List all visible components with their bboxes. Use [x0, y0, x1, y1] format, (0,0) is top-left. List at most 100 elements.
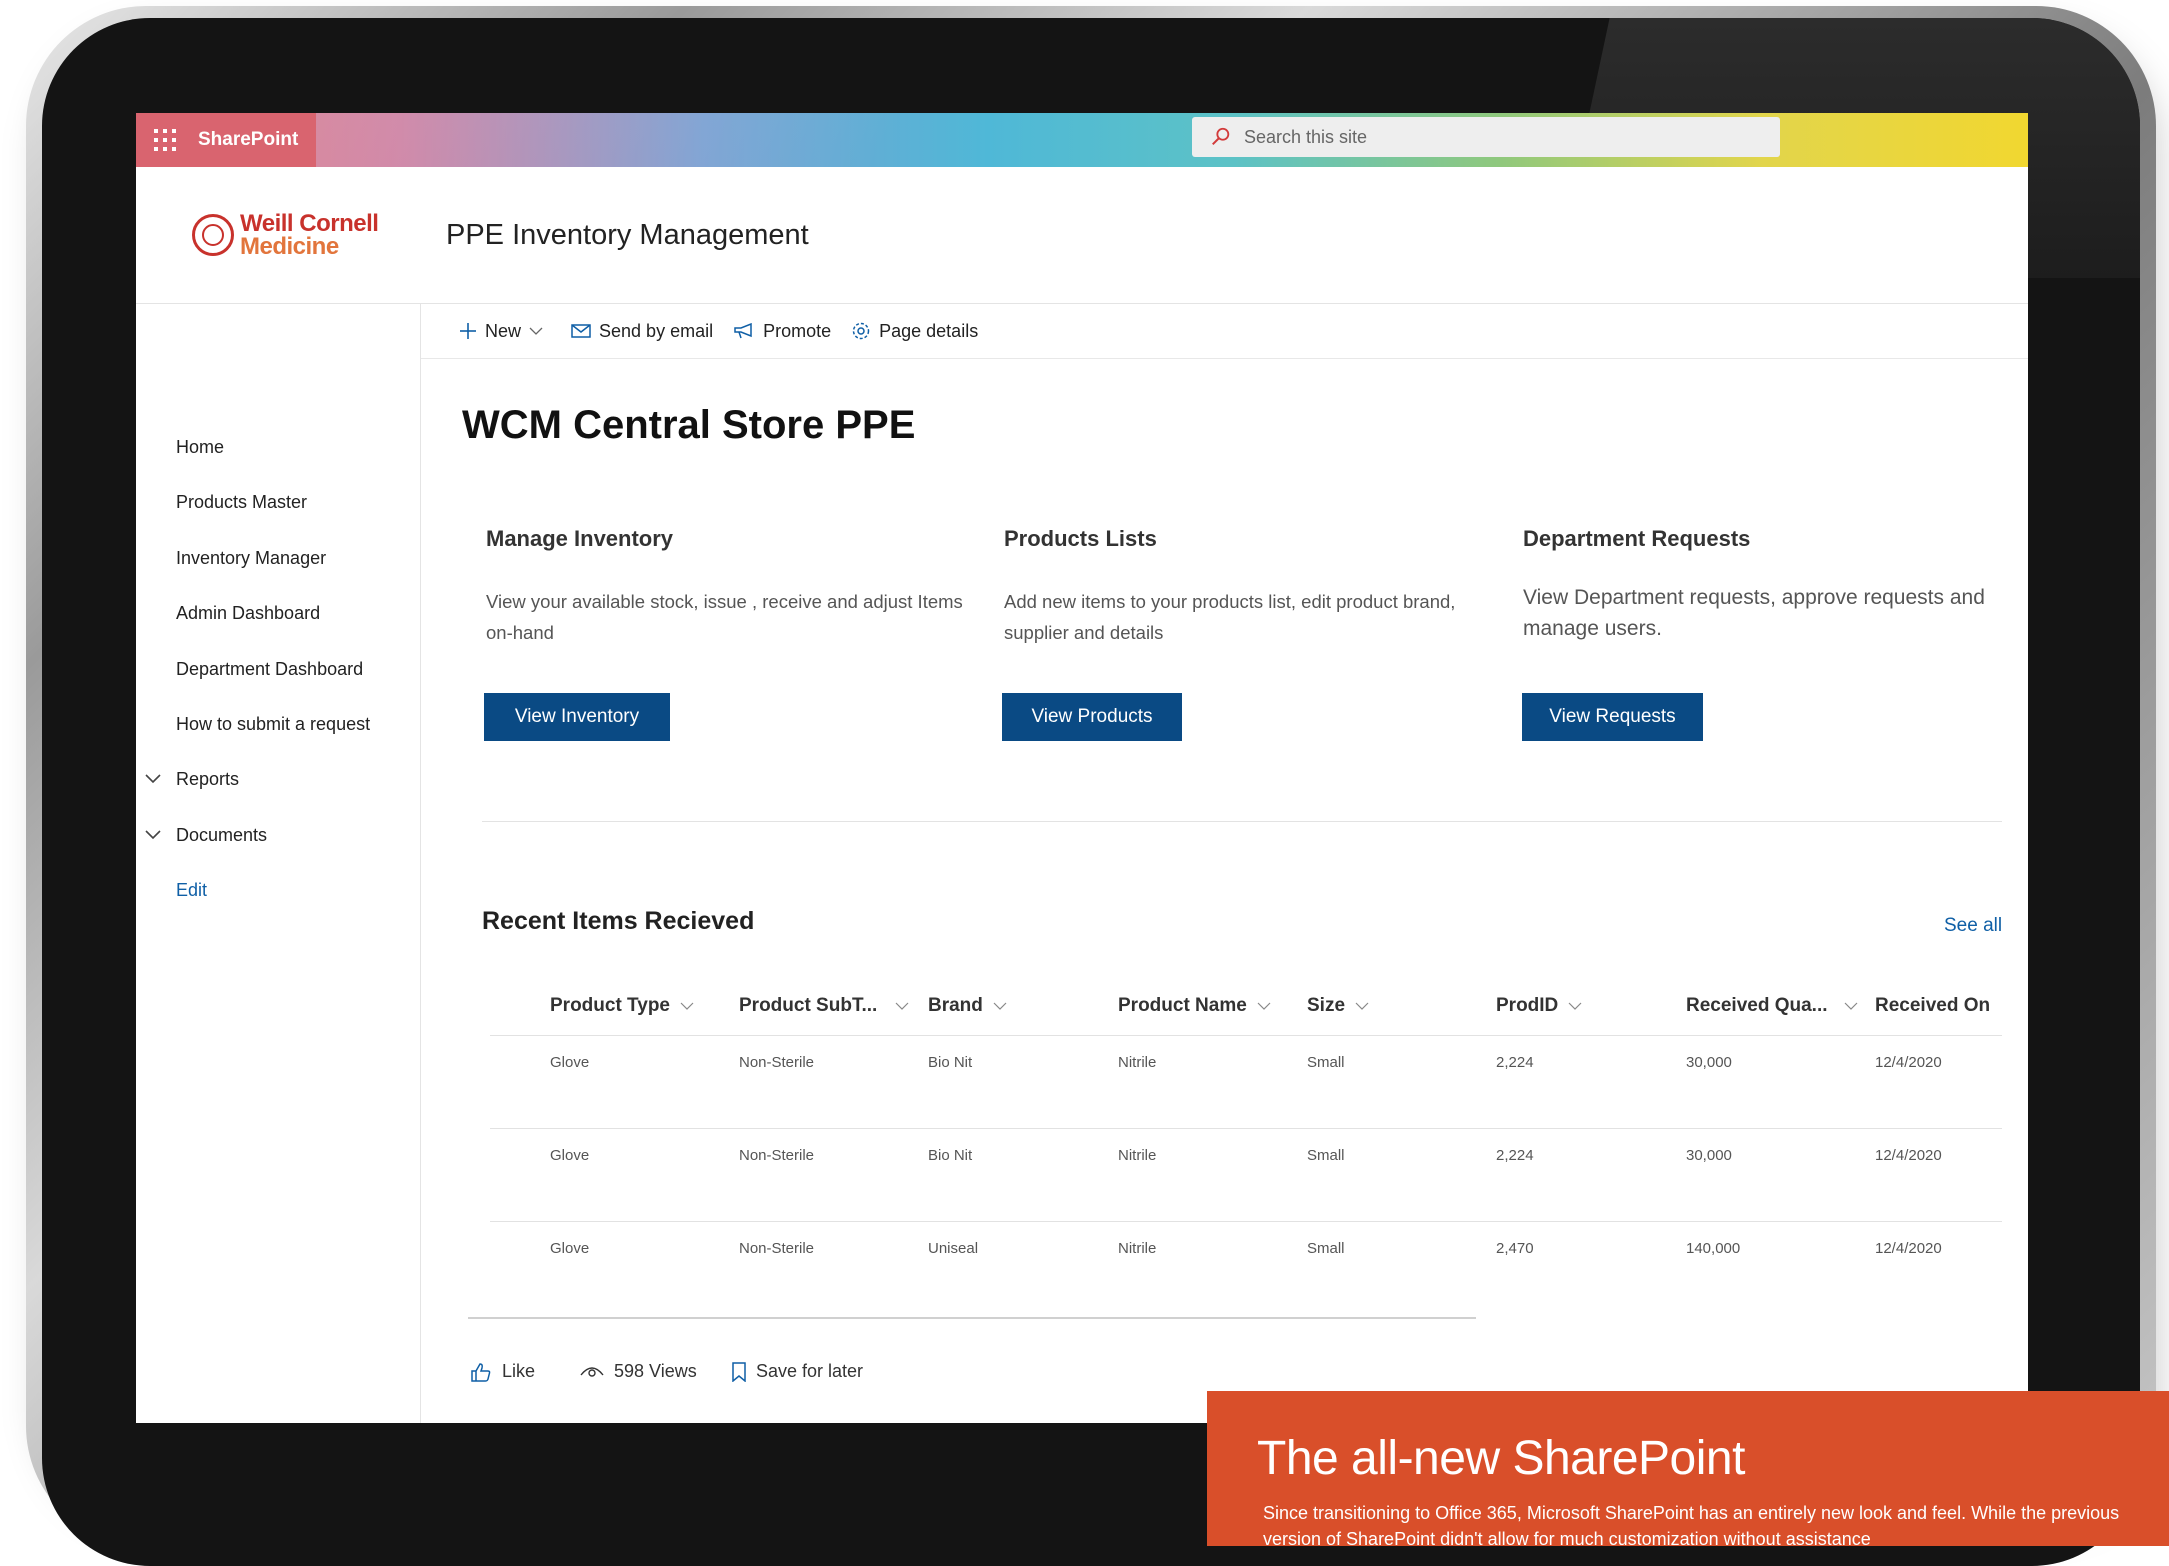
megaphone-icon	[734, 323, 752, 339]
site-logo[interactable]: Weill Cornell Medicine	[192, 210, 402, 259]
nav-item-products-master[interactable]: Products Master	[176, 490, 307, 514]
recent-items-title: Recent Items Recieved	[482, 907, 755, 935]
search-icon	[1212, 127, 1230, 146]
left-navigation: Home Products Master Inventory Manager A…	[136, 304, 421, 1423]
chevron-down-icon	[529, 327, 543, 335]
like-button[interactable]: Like	[470, 1361, 535, 1382]
cell-received-on: 12/4/2020	[1875, 1147, 1942, 1164]
card-description: Add new items to your products list, edi…	[1004, 591, 1456, 643]
promote-button[interactable]: Promote	[733, 321, 831, 342]
cell-product-type: Glove	[550, 1240, 590, 1257]
nav-item-label: Home	[176, 436, 225, 457]
table-row[interactable]: Glove Non-Sterile Bio Nit Nitrile Small …	[490, 1036, 2002, 1129]
app-launcher-icon[interactable]	[154, 129, 176, 151]
cell-received-on: 12/4/2020	[1875, 1054, 1942, 1071]
nav-item-inventory-manager[interactable]: Inventory Manager	[176, 546, 326, 570]
cell-received-quantity: 140,000	[1686, 1240, 1741, 1257]
chevron-down-icon	[1568, 1002, 1582, 1010]
card-manage-inventory: Manage Inventory View your available sto…	[486, 526, 966, 648]
card-title: Manage Inventory	[486, 526, 674, 551]
column-header-brand[interactable]: Brand	[928, 995, 1007, 1017]
nav-item-admin-dashboard[interactable]: Admin Dashboard	[176, 601, 320, 625]
logo-text-line1: Weill Cornell	[240, 210, 379, 237]
cell-product-subtype: Non-Sterile	[739, 1147, 815, 1164]
card-title: Products Lists	[1004, 526, 1157, 551]
cell-brand: Bio Nit	[928, 1054, 973, 1071]
chevron-down-icon	[1257, 1002, 1271, 1010]
view-requests-button[interactable]: View Requests	[1522, 693, 1703, 741]
column-header-product-type[interactable]: Product Type	[550, 995, 694, 1017]
nav-item-how-to-submit[interactable]: How to submit a request	[176, 712, 370, 736]
card-title: Department Requests	[1523, 526, 1751, 551]
column-header-product-name[interactable]: Product Name	[1118, 995, 1271, 1017]
nav-item-label: Admin Dashboard	[176, 602, 321, 623]
cell-brand: Bio Nit	[928, 1147, 973, 1164]
nav-item-documents[interactable]: Documents	[145, 823, 268, 847]
page-details-button[interactable]: Page details	[851, 321, 978, 342]
page-title: WCM Central Store PPE	[462, 403, 916, 447]
cell-size: Small	[1307, 1147, 1345, 1164]
chevron-down-icon	[895, 1002, 909, 1010]
column-header-label: Brand	[928, 995, 983, 1016]
cell-product-type: Glove	[550, 1147, 590, 1164]
cell-product-subtype: Non-Sterile	[739, 1054, 815, 1071]
card-description: View your available stock, issue , recei…	[486, 591, 963, 643]
chevron-down-icon[interactable]	[144, 825, 162, 843]
chevron-down-icon[interactable]	[144, 769, 162, 787]
table-row[interactable]: Glove Non-Sterile Uniseal Nitrile Small …	[490, 1222, 2002, 1314]
save-for-later-label: Save for later	[756, 1361, 864, 1381]
nav-item-reports[interactable]: Reports	[145, 767, 239, 791]
cell-product-subtype: Non-Sterile	[739, 1240, 815, 1257]
page-details-label: Page details	[879, 320, 979, 341]
column-header-size[interactable]: Size	[1307, 995, 1369, 1017]
column-header-label: Product SubT...	[739, 995, 878, 1016]
nav-item-label: Documents	[176, 824, 268, 845]
site-title[interactable]: PPE Inventory Management	[446, 219, 809, 252]
cell-received-on: 12/4/2020	[1875, 1240, 1942, 1257]
cell-size: Small	[1307, 1240, 1345, 1257]
column-header-received-on[interactable]: Received On	[1875, 995, 1990, 1017]
table-row[interactable]: Glove Non-Sterile Bio Nit Nitrile Small …	[490, 1129, 2002, 1222]
search-box[interactable]	[1192, 117, 1780, 157]
promo-banner: The all-new SharePoint Since transitioni…	[1207, 1391, 2169, 1546]
card-products-lists: Products Lists Add new items to your pro…	[1004, 526, 1484, 648]
cell-received-quantity: 30,000	[1686, 1054, 1732, 1071]
view-inventory-button[interactable]: View Inventory	[484, 693, 670, 741]
card-description: View Department requests, approve reques…	[1523, 586, 1985, 640]
new-button[interactable]: New	[459, 321, 551, 342]
cell-product-name: Nitrile	[1118, 1054, 1157, 1071]
nav-item-label: How to submit a request	[176, 713, 371, 734]
suite-bar: SharePoint	[136, 113, 2028, 167]
view-products-button[interactable]: View Products	[1002, 693, 1182, 741]
table-header: Product Type Product SubT... Brand Produ…	[490, 975, 2002, 1036]
site-header: Weill Cornell Medicine PPE Inventory Man…	[136, 167, 2028, 304]
promo-text: Since transitioning to Office 365, Micro…	[1263, 1503, 2120, 1546]
search-input[interactable]	[1242, 125, 1746, 149]
column-header-prodid[interactable]: ProdID	[1496, 995, 1582, 1017]
suite-bar-left: SharePoint	[136, 113, 317, 167]
nav-item-label: Inventory Manager	[176, 547, 327, 568]
column-header-label: Received On	[1875, 995, 1991, 1016]
send-by-email-button[interactable]: Send by email	[571, 321, 713, 342]
column-header-received-quantity[interactable]: Received Qua...	[1686, 995, 1858, 1017]
cell-product-name: Nitrile	[1118, 1240, 1157, 1257]
column-header-label: Product Name	[1118, 995, 1247, 1016]
column-header-label: Product Type	[550, 995, 670, 1016]
like-label: Like	[502, 1361, 536, 1381]
chevron-down-icon	[1355, 1002, 1369, 1010]
app-name[interactable]: SharePoint	[198, 129, 298, 151]
nav-item-department-dashboard[interactable]: Department Dashboard	[176, 657, 363, 681]
column-header-label: Received Qua...	[1686, 995, 1828, 1016]
nav-edit-link[interactable]: Edit	[176, 878, 207, 902]
save-for-later-button[interactable]: Save for later	[732, 1361, 863, 1382]
nav-item-label: Products Master	[176, 491, 308, 512]
column-header-product-subtype[interactable]: Product SubT...	[739, 995, 909, 1017]
cell-prodid: 2,224	[1496, 1054, 1534, 1071]
cell-product-name: Nitrile	[1118, 1147, 1157, 1164]
views-count: 598 Views	[580, 1361, 697, 1382]
see-all-link[interactable]: See all	[1944, 915, 2002, 937]
nav-item-home[interactable]: Home	[176, 435, 224, 459]
column-header-label: Size	[1307, 995, 1346, 1016]
cell-prodid: 2,224	[1496, 1147, 1534, 1164]
card-department-requests: Department Requests View Department requ…	[1523, 526, 2003, 644]
